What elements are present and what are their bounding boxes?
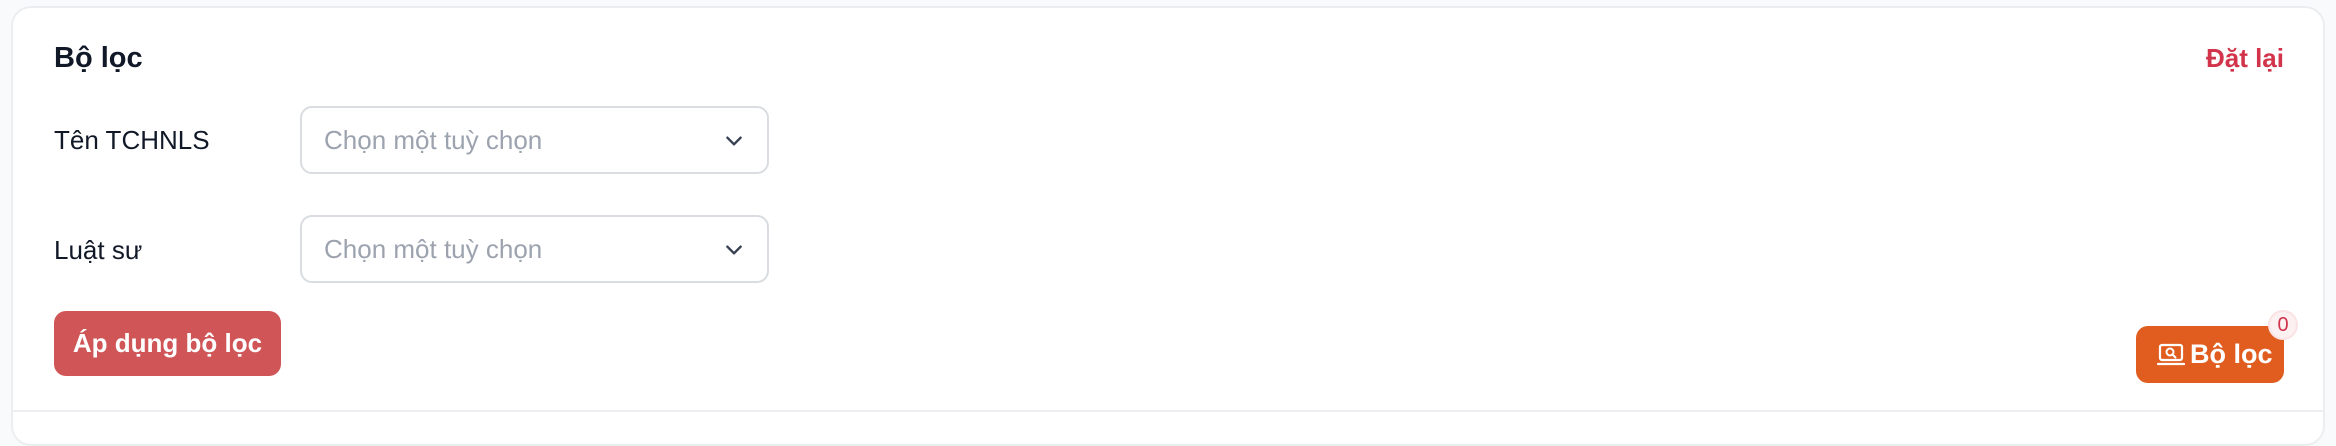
tchnls-select[interactable]: Chọn một tuỳ chọn (300, 106, 769, 174)
filter-count-badge: 0 (2268, 310, 2298, 340)
chevron-down-icon (726, 136, 742, 146)
lawyer-select[interactable]: Chọn một tuỳ chọn (300, 215, 769, 283)
filter-panel-title: Bộ lọc (54, 42, 143, 74)
filter-box-icon (2157, 343, 2185, 366)
tchnls-label: Tên TCHNLS (54, 125, 210, 155)
panel-divider (11, 410, 2325, 412)
lawyer-select-placeholder: Chọn một tuỳ chọn (324, 234, 543, 264)
filter-toggle-label: Bộ lọc (2190, 339, 2273, 369)
chevron-down-icon (726, 245, 742, 255)
apply-filter-button[interactable]: Áp dụng bộ lọc (54, 311, 281, 376)
reset-link[interactable]: Đặt lại (2206, 40, 2284, 76)
tchnls-select-placeholder: Chọn một tuỳ chọn (324, 125, 543, 155)
lawyer-label: Luật sư (54, 235, 143, 265)
filter-toggle-button[interactable]: Bộ lọc (2136, 326, 2284, 383)
